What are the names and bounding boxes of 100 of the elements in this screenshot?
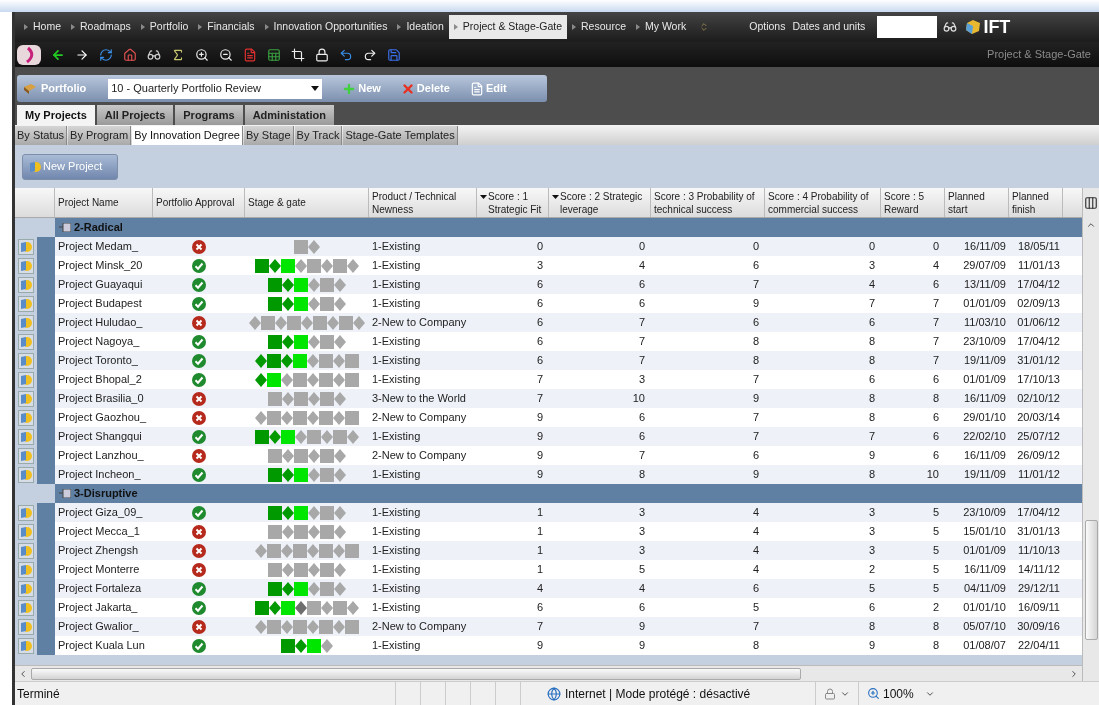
table-row[interactable]: Project Fortaleza 1-Existing 4 4 6 5 5 04/11/09 29/12/11 <box>15 579 1082 598</box>
project-icon[interactable] <box>18 333 34 350</box>
portfolio-select[interactable]: 10 - Quarterly Portfolio Review <box>108 78 323 99</box>
vertical-scrollbar[interactable] <box>1082 188 1099 681</box>
table-row[interactable]: Project Gaozhou_ 2-New to Company 9 6 7 8 6 29/01/10 20/03/14 <box>15 408 1082 427</box>
subtab[interactable]: By Status <box>15 125 68 145</box>
table-row[interactable]: Project Mecca_1 1-Existing 1 3 4 3 5 15/01/10 31/01/13 <box>15 522 1082 541</box>
column-header[interactable]: Planned start <box>945 188 1009 217</box>
nav-tab[interactable]: Innovation Opportunities <box>259 15 393 39</box>
nav-tab[interactable]: My Work <box>631 15 692 39</box>
lock-icon[interactable] <box>315 47 329 62</box>
column-header[interactable]: Planned finish <box>1009 188 1063 217</box>
column-header[interactable]: Product / Technical Newness <box>369 188 477 217</box>
column-header[interactable]: Stage & gate <box>245 188 369 217</box>
back-icon[interactable] <box>51 47 65 62</box>
project-icon[interactable] <box>18 314 34 331</box>
project-icon[interactable] <box>18 561 34 578</box>
table-row[interactable]: Project Brasilia_0 3-New to the World 7 10 9 8 8 16/11/09 02/10/12 <box>15 389 1082 408</box>
scroll-up-icon[interactable] <box>1086 220 1096 230</box>
dropdown-icon[interactable] <box>311 86 320 91</box>
column-header[interactable]: Score : 2 Strategic leverage <box>549 188 651 217</box>
spreadsheet-icon[interactable] <box>267 47 281 62</box>
subtab[interactable]: Stage-Gate Templates <box>343 125 458 145</box>
column-header[interactable]: Project Name <box>55 188 153 217</box>
project-icon[interactable] <box>18 580 34 597</box>
zoom-in-icon[interactable] <box>195 47 209 62</box>
sort-caret-icon[interactable] <box>552 195 559 199</box>
nav-link[interactable]: Dates and units <box>792 19 866 35</box>
zoom-level[interactable]: 100% <box>883 684 914 703</box>
tab[interactable]: Programs <box>175 105 243 125</box>
forward-icon[interactable] <box>75 47 89 62</box>
column-header[interactable]: Score : 4 Probability of commercial success <box>765 188 881 217</box>
column-header[interactable]: Portfolio Approval <box>153 188 245 217</box>
table-row[interactable]: Project Budapest 1-Existing 6 6 9 7 7 01/01/09 02/09/13 <box>15 294 1082 313</box>
subtab[interactable]: By Innovation Degree <box>132 125 243 145</box>
binoculars-icon[interactable] <box>147 47 161 62</box>
crop-icon[interactable] <box>291 47 305 62</box>
table-row[interactable]: Project Jakarta_ 1-Existing 6 6 5 6 2 01/01/10 16/09/11 <box>15 598 1082 617</box>
project-icon[interactable] <box>18 428 34 445</box>
project-icon[interactable] <box>18 371 34 388</box>
table-row[interactable]: Project Toronto_ 1-Existing 6 7 8 8 7 19/11/09 31/01/12 <box>15 351 1082 370</box>
binoculars-icon[interactable] <box>943 20 958 34</box>
nav-tab[interactable]: Ideation <box>392 15 449 39</box>
home-icon[interactable] <box>123 47 137 62</box>
table-row[interactable]: Project Medam_ 1-Existing 0 0 0 0 0 16/11/09 18/05/11 <box>15 237 1082 256</box>
project-icon[interactable] <box>18 352 34 369</box>
table-row[interactable]: Project Monterre 1-Existing 1 5 4 2 5 16/11/09 14/11/12 <box>15 560 1082 579</box>
project-icon[interactable] <box>18 618 34 635</box>
security-icon[interactable] <box>824 687 836 700</box>
nav-tab[interactable]: Resource <box>567 15 631 39</box>
nav-tab[interactable]: Financials <box>193 15 260 39</box>
table-row[interactable]: Project Guayaqui 1-Existing 6 6 7 4 6 13/11/09 17/04/12 <box>15 275 1082 294</box>
project-icon[interactable] <box>18 238 34 255</box>
sigma-icon[interactable] <box>171 47 185 62</box>
pdf-icon[interactable] <box>243 47 257 62</box>
refresh-icon[interactable] <box>99 47 113 62</box>
nav-tab[interactable]: Project & Stage-Gate <box>448 15 568 39</box>
project-icon[interactable] <box>18 466 34 483</box>
project-icon[interactable] <box>18 447 34 464</box>
search-field[interactable] <box>877 16 938 38</box>
horizontal-scrollbar[interactable] <box>15 665 1082 681</box>
scrollbar-thumb[interactable] <box>31 667 801 680</box>
column-header[interactable]: Score : 3 Probability of technical success <box>651 188 765 217</box>
project-icon[interactable] <box>18 295 34 312</box>
table-row[interactable]: Project Incheon_ 1-Existing 9 8 9 8 10 19/11/09 11/01/12 <box>15 465 1082 484</box>
table-row[interactable]: Project Zhengsh 1-Existing 1 3 4 3 5 01/01/09 11/10/13 <box>15 541 1082 560</box>
tab[interactable]: My Projects <box>17 105 95 125</box>
project-icon[interactable] <box>18 523 34 540</box>
subtab[interactable]: By Program <box>68 125 132 145</box>
zoom-icon[interactable] <box>867 687 880 700</box>
group-icon[interactable] <box>59 489 71 498</box>
tab[interactable]: All Projects <box>96 105 174 125</box>
scroll-left-icon[interactable] <box>18 668 28 679</box>
project-icon[interactable] <box>18 542 34 559</box>
project-icon[interactable] <box>18 599 34 616</box>
table-row[interactable]: Project Kuala Lun 1-Existing 9 9 8 9 8 01/08/07 22/04/11 <box>15 636 1082 655</box>
nav-tab[interactable]: Portfolio <box>135 15 194 39</box>
column-chooser-icon[interactable] <box>1084 196 1098 210</box>
project-icon[interactable] <box>18 276 34 293</box>
subtab[interactable]: By Stage <box>243 125 294 145</box>
table-row[interactable]: Project Lanzhou_ 2-New to Company 9 7 6 9 6 16/11/09 26/09/12 <box>15 446 1082 465</box>
scroll-right-icon[interactable] <box>1069 668 1079 679</box>
project-icon[interactable] <box>18 637 34 654</box>
nav-link[interactable]: Options <box>749 19 786 35</box>
table-row[interactable]: Project Giza_09_ 1-Existing 1 3 4 3 5 23/10/09 17/04/12 <box>15 503 1082 522</box>
project-icon[interactable] <box>18 390 34 407</box>
redo-icon[interactable] <box>363 47 377 62</box>
table-row[interactable]: Project Nagoya_ 1-Existing 6 7 8 8 7 23/10/09 17/04/12 <box>15 332 1082 351</box>
undo-icon[interactable] <box>339 47 353 62</box>
project-icon[interactable] <box>18 504 34 521</box>
zoom-out-icon[interactable] <box>219 47 233 62</box>
table-row[interactable]: Project Shangqui 1-Existing 9 6 7 7 6 22/02/10 25/07/12 <box>15 427 1082 446</box>
scrollbar-thumb[interactable] <box>1084 520 1098 640</box>
group-icon[interactable] <box>59 223 71 232</box>
nav-tab[interactable]: Home <box>19 15 66 39</box>
table-row[interactable]: Project Gwalior_ 2-New to Company 7 9 7 8 8 05/07/10 30/09/16 <box>15 617 1082 636</box>
table-row[interactable]: Project Minsk_20 1-Existing 3 4 6 3 4 29/07/09 11/01/13 <box>15 256 1082 275</box>
save-icon[interactable] <box>387 47 401 62</box>
project-icon[interactable] <box>18 409 34 426</box>
column-header[interactable]: Score : 5 Reward <box>881 188 945 217</box>
